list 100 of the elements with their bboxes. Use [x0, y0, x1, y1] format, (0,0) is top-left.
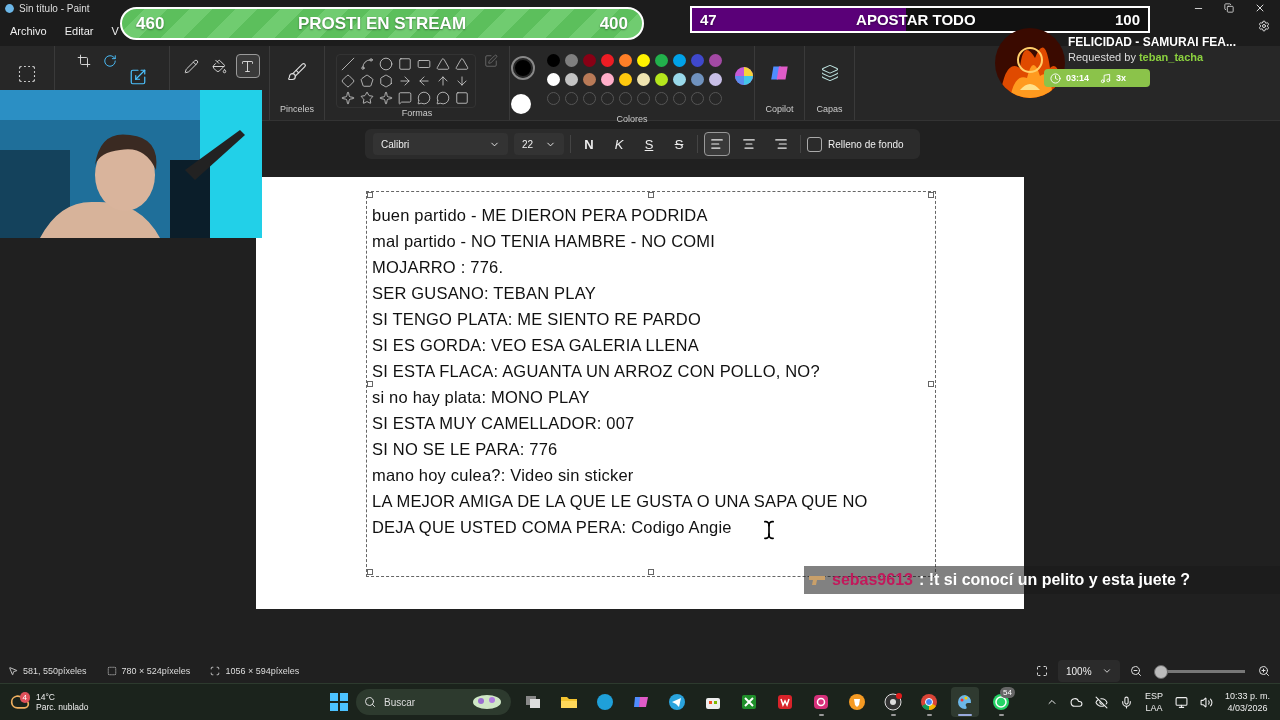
triangle-icon[interactable]: [455, 57, 469, 71]
primary-color[interactable]: [510, 56, 535, 80]
star-icon[interactable]: [379, 91, 393, 105]
menu-item[interactable]: Archivo: [10, 25, 47, 37]
text-line: mal partido - NO TENIA HAMBRE - NO COMI: [372, 231, 716, 252]
square-icon[interactable]: [455, 91, 469, 105]
color-swatch[interactable]: [618, 54, 632, 67]
strike-button[interactable]: S: [667, 132, 691, 156]
text-tool-button[interactable]: [235, 54, 260, 78]
resize-handle[interactable]: [367, 192, 373, 198]
text-line: SI NO SE LE PARA: 776: [372, 439, 558, 460]
color-swatch[interactable]: [690, 54, 704, 67]
close-icon[interactable]: [1254, 2, 1266, 14]
rotate-icon[interactable]: [103, 54, 117, 68]
color-swatch[interactable]: [564, 73, 578, 86]
weather-icon[interactable]: [10, 692, 30, 712]
eye-off-icon[interactable]: [1094, 695, 1108, 709]
diamond-icon[interactable]: [341, 74, 355, 88]
resize-handle[interactable]: [367, 381, 373, 387]
color-swatch[interactable]: [582, 54, 596, 67]
layers-icon[interactable]: [820, 64, 839, 82]
secondary-color[interactable]: [510, 94, 531, 114]
color-swatch[interactable]: [600, 73, 614, 86]
goal-target: 400: [599, 13, 628, 34]
color-swatch[interactable]: [618, 73, 632, 86]
size-dropdown[interactable]: 22: [514, 133, 564, 155]
curve-icon[interactable]: [360, 57, 374, 71]
triangle-icon[interactable]: [436, 57, 450, 71]
zoom-in-icon[interactable]: [1258, 665, 1270, 677]
color-swatch[interactable]: [672, 73, 686, 86]
keyboard-layout[interactable]: LAA: [1145, 702, 1163, 714]
color-swatch[interactable]: [654, 73, 668, 86]
color-swatch[interactable]: [654, 54, 668, 67]
color-swatch[interactable]: [546, 73, 560, 86]
menu-item[interactable]: V: [111, 25, 119, 37]
color-swatch[interactable]: [636, 54, 650, 67]
monitor-icon[interactable]: [1174, 695, 1188, 709]
color-swatch[interactable]: [708, 54, 722, 67]
taskbar-app[interactable]: [951, 687, 979, 717]
crop-icon[interactable]: [77, 54, 91, 68]
color-swatch[interactable]: [708, 73, 722, 86]
microphone-icon[interactable]: [1119, 695, 1133, 709]
color-swatch[interactable]: [636, 73, 650, 86]
slider-thumb[interactable]: [1153, 665, 1168, 679]
checkbox[interactable]: [807, 136, 822, 152]
start-icon[interactable]: [330, 693, 348, 711]
zoom-dropdown[interactable]: 100%: [1058, 660, 1120, 682]
hexagon-icon[interactable]: [379, 74, 393, 88]
sparkle-icon[interactable]: [341, 91, 355, 105]
resize-icon[interactable]: [129, 68, 147, 86]
rectangle-icon[interactable]: [398, 57, 412, 71]
bet-count: 47: [700, 11, 717, 28]
bet-title: APOSTAR TODO: [856, 11, 976, 28]
volume-icon[interactable]: [1199, 695, 1213, 709]
menu-item[interactable]: Editar: [64, 25, 94, 37]
search-bar[interactable]: Buscar: [356, 689, 511, 715]
goal-count: 460: [136, 13, 165, 34]
group-label: Copilot: [765, 104, 794, 116]
line-icon[interactable]: [341, 57, 355, 71]
bold-button[interactable]: N: [577, 132, 601, 156]
zoom-out-icon[interactable]: [1130, 665, 1142, 677]
clock-time[interactable]: 10:33 p. m.: [1224, 690, 1270, 702]
color-swatch[interactable]: [600, 54, 614, 67]
resize-handle[interactable]: [648, 192, 654, 198]
text-line: buen partido - ME DIERON PERA PODRIDA: [372, 205, 708, 226]
star-icon[interactable]: [360, 91, 374, 105]
settings-icon[interactable]: [1258, 20, 1270, 32]
pentagon-icon[interactable]: [360, 74, 374, 88]
clock-date[interactable]: 4/03/2026: [1227, 702, 1268, 714]
oval-icon[interactable]: [379, 57, 393, 71]
song-time: 03:14: [1066, 73, 1090, 83]
brush-icon[interactable]: [287, 62, 307, 82]
color-swatch[interactable]: [582, 73, 596, 86]
text-line: mano hoy culea?: Video sin sticker: [372, 465, 634, 486]
selection-icon[interactable]: [17, 64, 37, 84]
speech-bubble-icon[interactable]: [417, 91, 431, 105]
align-left-button[interactable]: [704, 132, 730, 156]
resize-handle[interactable]: [648, 569, 654, 575]
taskbar-app[interactable]: 54: [987, 687, 1015, 717]
language[interactable]: ESP: [1144, 690, 1163, 702]
restore-icon[interactable]: [1224, 3, 1234, 13]
resize-handle[interactable]: [367, 569, 373, 575]
cloud-icon[interactable]: [1069, 695, 1083, 709]
search-field[interactable]: Buscar: [382, 695, 466, 709]
font-dropdown[interactable]: Calibri: [373, 133, 508, 155]
resize-handle[interactable]: [928, 192, 934, 198]
color-swatch[interactable]: [672, 54, 686, 67]
rounded-rectangle-icon[interactable]: [417, 57, 431, 71]
speech-bubble-icon[interactable]: [436, 91, 450, 105]
color-swatch[interactable]: [690, 73, 704, 86]
arrow-down-icon[interactable]: [455, 74, 469, 88]
color-swatch[interactable]: [546, 54, 560, 67]
color-swatch[interactable]: [564, 54, 578, 67]
italic-button[interactable]: K: [607, 132, 631, 156]
fit-icon[interactable]: [1036, 665, 1048, 677]
arrow-up-icon[interactable]: [436, 74, 450, 88]
speech-bubble-icon[interactable]: [398, 91, 412, 105]
color-wheel-icon[interactable]: [733, 66, 754, 86]
underline-button[interactable]: S: [637, 132, 661, 156]
resize-handle[interactable]: [928, 381, 934, 387]
